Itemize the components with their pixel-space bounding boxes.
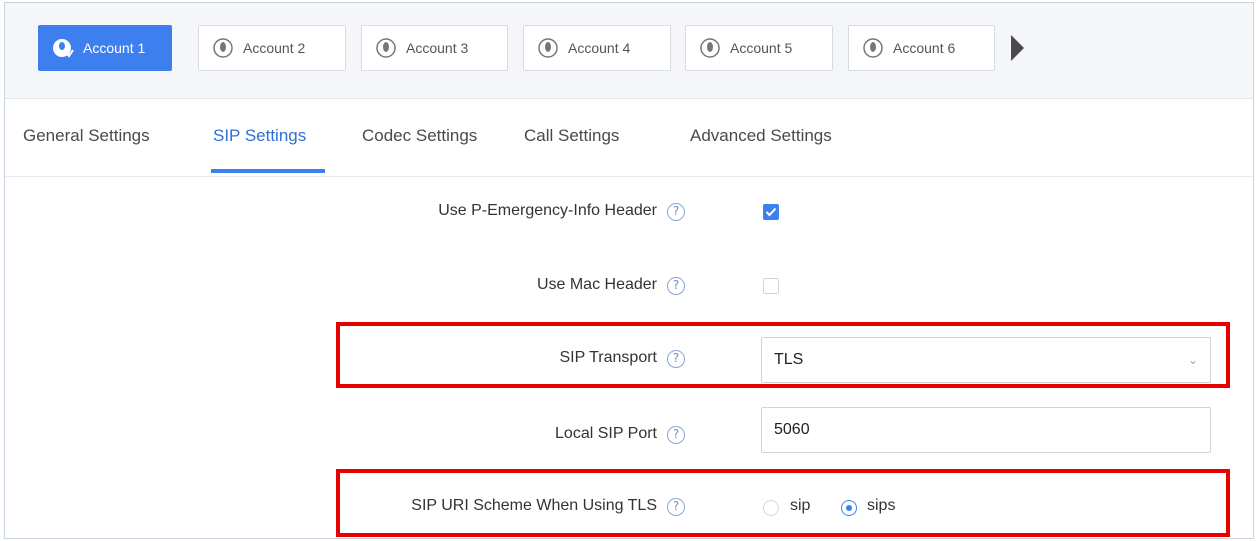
account-tab-4[interactable]: Account 4 — [523, 25, 671, 71]
help-icon[interactable]: ? — [667, 203, 685, 221]
user-circle-icon — [700, 38, 720, 58]
account-tab-label: Account 5 — [730, 40, 793, 56]
tab-sip-settings[interactable]: SIP Settings — [213, 126, 306, 146]
account-tab-1[interactable]: Account 1 — [38, 25, 172, 71]
mac-header-checkbox[interactable] — [763, 278, 779, 294]
help-icon[interactable]: ? — [667, 277, 685, 295]
user-circle-icon — [376, 38, 396, 58]
account-tab-label: Account 2 — [243, 40, 306, 56]
account-tab-label: Account 3 — [406, 40, 469, 56]
local-sip-port-label: Local SIP Port — [555, 425, 657, 442]
tab-codec-settings[interactable]: Codec Settings — [362, 126, 477, 146]
user-circle-icon — [213, 38, 233, 58]
arrow-right-icon[interactable] — [1011, 35, 1024, 61]
user-circle-icon — [538, 38, 558, 58]
highlight-box-uri-scheme — [336, 469, 1230, 537]
p-emergency-label: Use P-Emergency-Info Header — [438, 202, 657, 219]
mac-header-label: Use Mac Header — [536, 276, 657, 293]
account-tab-label: Account 6 — [893, 40, 956, 56]
tab-call-settings[interactable]: Call Settings — [524, 126, 619, 146]
account-tab-5[interactable]: Account 5 — [685, 25, 833, 71]
settings-tab-bar: General Settings SIP Settings Codec Sett… — [5, 99, 1253, 177]
p-emergency-checkbox[interactable] — [763, 204, 779, 220]
account-tab-3[interactable]: Account 3 — [361, 25, 508, 71]
user-circle-icon — [863, 38, 883, 58]
highlight-box-sip-transport — [336, 322, 1230, 388]
active-tab-indicator — [211, 169, 325, 173]
settings-frame: Account 1 Account 2 Account 3 Account 4 — [4, 2, 1254, 539]
checkmark-icon — [765, 207, 777, 217]
tab-general-settings[interactable]: General Settings — [23, 126, 150, 146]
user-circle-icon — [53, 39, 74, 58]
account-tab-label: Account 1 — [83, 40, 146, 56]
account-tab-label: Account 4 — [568, 40, 631, 56]
tab-advanced-settings[interactable]: Advanced Settings — [690, 126, 832, 146]
account-tab-2[interactable]: Account 2 — [198, 25, 346, 71]
local-sip-port-input[interactable]: 5060 — [761, 407, 1211, 453]
account-tab-bar: Account 1 Account 2 Account 3 Account 4 — [5, 3, 1253, 99]
local-sip-port-value: 5060 — [774, 421, 810, 438]
account-tab-6[interactable]: Account 6 — [848, 25, 995, 71]
help-icon[interactable]: ? — [667, 426, 685, 444]
